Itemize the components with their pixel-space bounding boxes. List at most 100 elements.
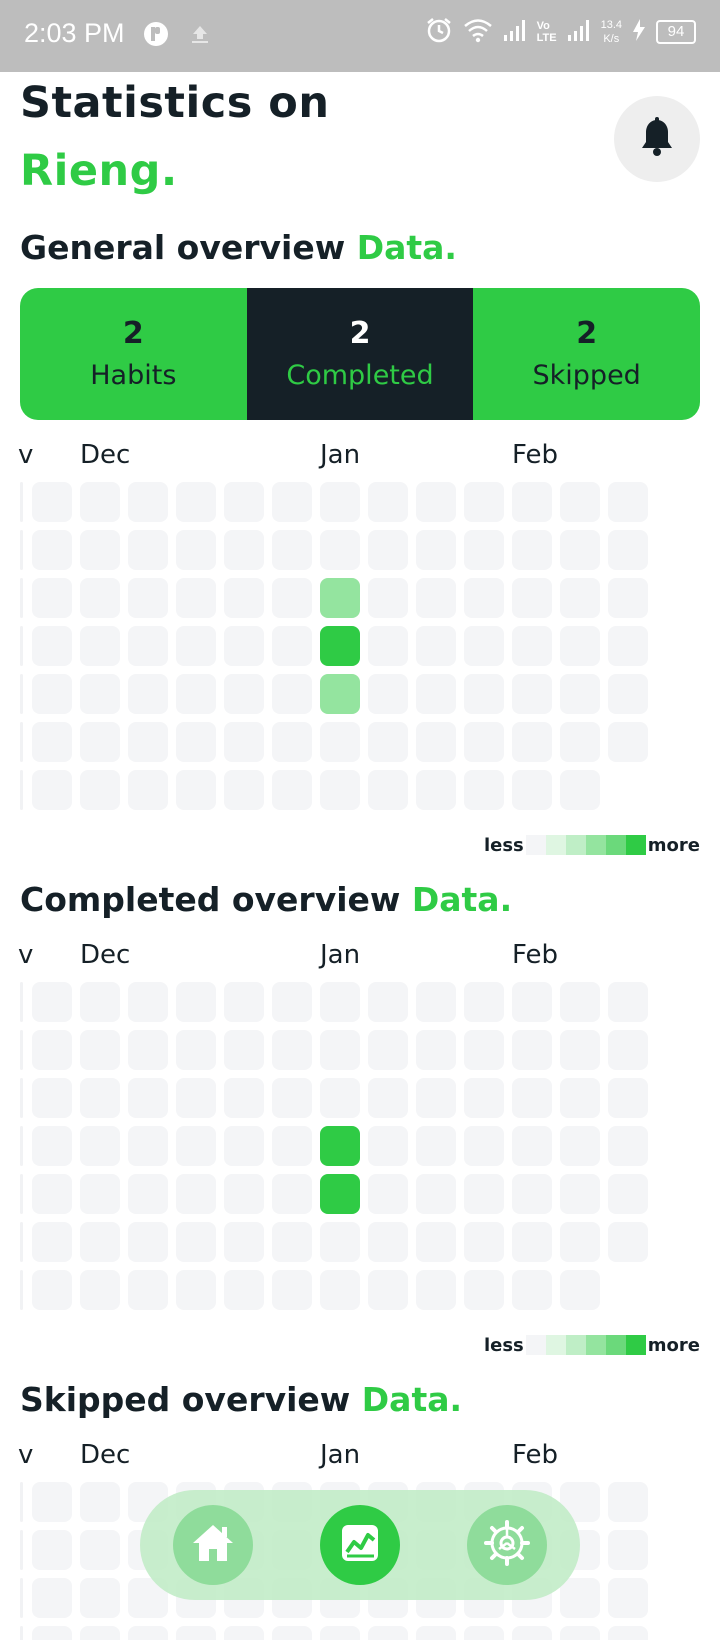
heatmap-day-cell[interactable]: [224, 722, 264, 762]
heatmap-day-cell[interactable]: [176, 1222, 216, 1262]
heatmap-day-cell[interactable]: [272, 1030, 312, 1070]
heatmap-day-cell[interactable]: [464, 482, 504, 522]
heatmap-day-cell[interactable]: [464, 674, 504, 714]
heatmap-day-cell[interactable]: [608, 722, 648, 762]
heatmap-day-cell[interactable]: [464, 1030, 504, 1070]
heatmap-day-cell[interactable]: [560, 1030, 600, 1070]
heatmap-day-cell[interactable]: [272, 674, 312, 714]
heatmap-day-cell[interactable]: [416, 674, 456, 714]
heatmap-day-cell[interactable]: [464, 530, 504, 570]
heatmap-day-cell[interactable]: [416, 626, 456, 666]
heatmap-day-cell[interactable]: [560, 1174, 600, 1214]
heatmap-day-cell[interactable]: [416, 722, 456, 762]
heatmap-day-cell[interactable]: [560, 1222, 600, 1262]
heatmap-day-cell[interactable]: [176, 1174, 216, 1214]
heatmap-day-cell[interactable]: [608, 1126, 648, 1166]
heatmap-day-cell[interactable]: [224, 1078, 264, 1118]
heatmap-day-cell[interactable]: [320, 674, 360, 714]
heatmap-day-cell[interactable]: [512, 482, 552, 522]
heatmap-day-cell[interactable]: [32, 1270, 72, 1310]
heatmap-day-cell[interactable]: [416, 770, 456, 810]
heatmap-day-cell[interactable]: [224, 578, 264, 618]
heatmap-day-cell[interactable]: [272, 982, 312, 1022]
heatmap-day-cell[interactable]: [32, 1126, 72, 1166]
heatmap-day-cell[interactable]: [80, 1626, 120, 1640]
heatmap-day-cell[interactable]: [560, 1270, 600, 1310]
heatmap-day-cell[interactable]: [416, 578, 456, 618]
heatmap-day-cell[interactable]: [32, 578, 72, 618]
heatmap-day-cell[interactable]: [176, 1126, 216, 1166]
heatmap-day-cell[interactable]: [320, 530, 360, 570]
heatmap-day-cell[interactable]: [272, 626, 312, 666]
heatmap-day-cell[interactable]: [224, 1126, 264, 1166]
heatmap-day-cell[interactable]: [512, 530, 552, 570]
heatmap-day-cell[interactable]: [176, 482, 216, 522]
heatmap-day-cell[interactable]: [32, 530, 72, 570]
heatmap-day-cell[interactable]: [80, 1078, 120, 1118]
heatmap-day-cell[interactable]: [272, 1626, 312, 1640]
heatmap-day-cell[interactable]: [368, 1174, 408, 1214]
heatmap-day-cell[interactable]: [80, 1174, 120, 1214]
heatmap-day-cell[interactable]: [272, 770, 312, 810]
heatmap-day-cell[interactable]: [608, 1222, 648, 1262]
heatmap-day-cell[interactable]: [272, 482, 312, 522]
heatmap-day-cell[interactable]: [176, 1270, 216, 1310]
heatmap-day-cell[interactable]: [272, 578, 312, 618]
heatmap-day-cell[interactable]: [512, 1626, 552, 1640]
heatmap-day-cell[interactable]: [464, 982, 504, 1022]
heatmap-day-cell[interactable]: [32, 1030, 72, 1070]
heatmap-day-cell[interactable]: [464, 1222, 504, 1262]
heatmap-day-cell[interactable]: [128, 674, 168, 714]
heatmap-day-cell[interactable]: [464, 1270, 504, 1310]
heatmap-day-cell[interactable]: [80, 1578, 120, 1618]
heatmap-day-cell[interactable]: [512, 722, 552, 762]
heatmap-day-cell[interactable]: [272, 530, 312, 570]
heatmap-day-cell[interactable]: [320, 626, 360, 666]
heatmap-day-cell[interactable]: [464, 1126, 504, 1166]
heatmap-day-cell[interactable]: [368, 982, 408, 1022]
heatmap-day-cell[interactable]: [176, 1626, 216, 1640]
heatmap-day-cell[interactable]: [80, 1482, 120, 1522]
stat-habits[interactable]: 2 Habits: [20, 288, 247, 420]
heatmap-day-cell[interactable]: [32, 1578, 72, 1618]
heatmap-day-cell[interactable]: [416, 1030, 456, 1070]
heatmap-day-cell[interactable]: [512, 1270, 552, 1310]
heatmap-day-cell[interactable]: [272, 1126, 312, 1166]
heatmap-day-cell[interactable]: [32, 1482, 72, 1522]
heatmap-day-cell[interactable]: [416, 1078, 456, 1118]
heatmap-day-cell[interactable]: [368, 530, 408, 570]
heatmap-day-cell[interactable]: [560, 626, 600, 666]
heatmap-day-cell[interactable]: [608, 1078, 648, 1118]
heatmap-day-cell[interactable]: [32, 770, 72, 810]
heatmap-day-cell[interactable]: [416, 482, 456, 522]
heatmap-day-cell[interactable]: [560, 578, 600, 618]
heatmap-day-cell[interactable]: [608, 530, 648, 570]
heatmap-day-cell[interactable]: [224, 674, 264, 714]
heatmap-day-cell[interactable]: [560, 1626, 600, 1640]
heatmap-day-cell[interactable]: [32, 1174, 72, 1214]
heatmap-day-cell[interactable]: [128, 1174, 168, 1214]
heatmap-day-cell[interactable]: [176, 578, 216, 618]
heatmap-day-cell[interactable]: [272, 1270, 312, 1310]
heatmap-day-cell[interactable]: [320, 1126, 360, 1166]
heatmap-day-cell[interactable]: [512, 1030, 552, 1070]
heatmap-day-cell[interactable]: [224, 1270, 264, 1310]
heatmap-day-cell[interactable]: [464, 770, 504, 810]
heatmap-day-cell[interactable]: [320, 1222, 360, 1262]
heatmap-day-cell[interactable]: [224, 982, 264, 1022]
heatmap-day-cell[interactable]: [320, 1030, 360, 1070]
heatmap-day-cell[interactable]: [80, 770, 120, 810]
heatmap-day-cell[interactable]: [272, 1174, 312, 1214]
heatmap-day-cell[interactable]: [32, 1078, 72, 1118]
heatmap-day-cell[interactable]: [80, 722, 120, 762]
heatmap-day-cell[interactable]: [224, 1030, 264, 1070]
nav-stats-button[interactable]: [319, 1505, 400, 1585]
heatmap-day-cell[interactable]: [176, 530, 216, 570]
heatmap-day-cell[interactable]: [128, 982, 168, 1022]
heatmap-day-cell[interactable]: [512, 982, 552, 1022]
heatmap-day-cell[interactable]: [560, 1078, 600, 1118]
heatmap-day-cell[interactable]: [320, 1270, 360, 1310]
heatmap-day-cell[interactable]: [608, 482, 648, 522]
heatmap-day-cell[interactable]: [512, 1222, 552, 1262]
heatmap-day-cell[interactable]: [80, 1030, 120, 1070]
